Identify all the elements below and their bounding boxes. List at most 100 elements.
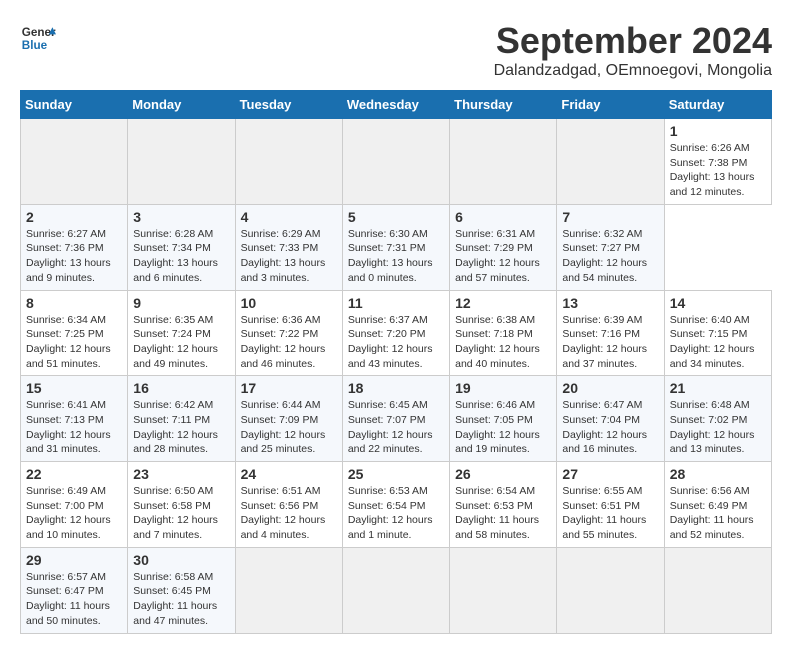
weekday-header-thursday: Thursday <box>450 91 557 119</box>
calendar-cell: 6 Sunrise: 6:31 AMSunset: 7:29 PMDayligh… <box>450 204 557 290</box>
day-number: 7 <box>562 209 658 225</box>
day-detail: Sunrise: 6:44 AMSunset: 7:09 PMDaylight:… <box>241 399 326 455</box>
calendar-cell: 30 Sunrise: 6:58 AMSunset: 6:45 PMDaylig… <box>128 547 235 633</box>
day-number: 6 <box>455 209 551 225</box>
calendar-cell: 1 Sunrise: 6:26 AMSunset: 7:38 PMDayligh… <box>664 119 771 205</box>
logo: General Blue <box>20 20 56 56</box>
day-number: 17 <box>241 380 337 396</box>
calendar-cell-empty <box>450 119 557 205</box>
calendar-cell-empty <box>235 547 342 633</box>
day-detail: Sunrise: 6:26 AMSunset: 7:38 PMDaylight:… <box>670 142 755 198</box>
day-number: 23 <box>133 466 229 482</box>
day-detail: Sunrise: 6:50 AMSunset: 6:58 PMDaylight:… <box>133 485 218 541</box>
day-detail: Sunrise: 6:31 AMSunset: 7:29 PMDaylight:… <box>455 228 540 284</box>
calendar-cell: 24 Sunrise: 6:51 AMSunset: 6:56 PMDaylig… <box>235 462 342 548</box>
day-detail: Sunrise: 6:39 AMSunset: 7:16 PMDaylight:… <box>562 314 647 370</box>
calendar-cell: 22 Sunrise: 6:49 AMSunset: 7:00 PMDaylig… <box>21 462 128 548</box>
day-number: 5 <box>348 209 444 225</box>
calendar-cell: 4 Sunrise: 6:29 AMSunset: 7:33 PMDayligh… <box>235 204 342 290</box>
calendar-cell-empty <box>128 119 235 205</box>
calendar-cell: 21 Sunrise: 6:48 AMSunset: 7:02 PMDaylig… <box>664 376 771 462</box>
calendar-cell: 15 Sunrise: 6:41 AMSunset: 7:13 PMDaylig… <box>21 376 128 462</box>
day-number: 8 <box>26 295 122 311</box>
calendar-cell: 3 Sunrise: 6:28 AMSunset: 7:34 PMDayligh… <box>128 204 235 290</box>
calendar-cell-empty <box>235 119 342 205</box>
day-detail: Sunrise: 6:47 AMSunset: 7:04 PMDaylight:… <box>562 399 647 455</box>
calendar-week-row: 2 Sunrise: 6:27 AMSunset: 7:36 PMDayligh… <box>21 204 772 290</box>
calendar-cell-empty <box>664 547 771 633</box>
day-detail: Sunrise: 6:35 AMSunset: 7:24 PMDaylight:… <box>133 314 218 370</box>
calendar-cell-empty <box>557 547 664 633</box>
day-detail: Sunrise: 6:56 AMSunset: 6:49 PMDaylight:… <box>670 485 754 541</box>
day-detail: Sunrise: 6:54 AMSunset: 6:53 PMDaylight:… <box>455 485 539 541</box>
day-number: 4 <box>241 209 337 225</box>
weekday-header-monday: Monday <box>128 91 235 119</box>
day-detail: Sunrise: 6:28 AMSunset: 7:34 PMDaylight:… <box>133 228 218 284</box>
calendar-cell: 19 Sunrise: 6:46 AMSunset: 7:05 PMDaylig… <box>450 376 557 462</box>
day-number: 14 <box>670 295 766 311</box>
day-detail: Sunrise: 6:29 AMSunset: 7:33 PMDaylight:… <box>241 228 326 284</box>
day-number: 18 <box>348 380 444 396</box>
day-detail: Sunrise: 6:36 AMSunset: 7:22 PMDaylight:… <box>241 314 326 370</box>
calendar-table: SundayMondayTuesdayWednesdayThursdayFrid… <box>20 90 772 634</box>
weekday-header-wednesday: Wednesday <box>342 91 449 119</box>
day-detail: Sunrise: 6:38 AMSunset: 7:18 PMDaylight:… <box>455 314 540 370</box>
day-detail: Sunrise: 6:53 AMSunset: 6:54 PMDaylight:… <box>348 485 433 541</box>
day-number: 11 <box>348 295 444 311</box>
calendar-cell-empty <box>342 547 449 633</box>
day-number: 29 <box>26 552 122 568</box>
day-detail: Sunrise: 6:55 AMSunset: 6:51 PMDaylight:… <box>562 485 646 541</box>
calendar-cell: 12 Sunrise: 6:38 AMSunset: 7:18 PMDaylig… <box>450 290 557 376</box>
day-number: 28 <box>670 466 766 482</box>
day-detail: Sunrise: 6:51 AMSunset: 6:56 PMDaylight:… <box>241 485 326 541</box>
day-detail: Sunrise: 6:37 AMSunset: 7:20 PMDaylight:… <box>348 314 433 370</box>
day-number: 3 <box>133 209 229 225</box>
calendar-week-row: 1 Sunrise: 6:26 AMSunset: 7:38 PMDayligh… <box>21 119 772 205</box>
calendar-cell-empty <box>342 119 449 205</box>
svg-text:Blue: Blue <box>22 39 48 52</box>
calendar-cell: 27 Sunrise: 6:55 AMSunset: 6:51 PMDaylig… <box>557 462 664 548</box>
calendar-week-row: 15 Sunrise: 6:41 AMSunset: 7:13 PMDaylig… <box>21 376 772 462</box>
day-number: 22 <box>26 466 122 482</box>
weekday-header-saturday: Saturday <box>664 91 771 119</box>
calendar-cell-empty <box>450 547 557 633</box>
calendar-week-row: 29 Sunrise: 6:57 AMSunset: 6:47 PMDaylig… <box>21 547 772 633</box>
day-detail: Sunrise: 6:45 AMSunset: 7:07 PMDaylight:… <box>348 399 433 455</box>
weekday-header-tuesday: Tuesday <box>235 91 342 119</box>
day-detail: Sunrise: 6:57 AMSunset: 6:47 PMDaylight:… <box>26 571 110 627</box>
day-detail: Sunrise: 6:42 AMSunset: 7:11 PMDaylight:… <box>133 399 218 455</box>
month-title: September 2024 <box>494 20 772 62</box>
day-number: 15 <box>26 380 122 396</box>
calendar-cell: 5 Sunrise: 6:30 AMSunset: 7:31 PMDayligh… <box>342 204 449 290</box>
calendar-cell: 9 Sunrise: 6:35 AMSunset: 7:24 PMDayligh… <box>128 290 235 376</box>
calendar-week-row: 22 Sunrise: 6:49 AMSunset: 7:00 PMDaylig… <box>21 462 772 548</box>
day-number: 9 <box>133 295 229 311</box>
calendar-cell: 17 Sunrise: 6:44 AMSunset: 7:09 PMDaylig… <box>235 376 342 462</box>
day-number: 19 <box>455 380 551 396</box>
day-number: 10 <box>241 295 337 311</box>
calendar-cell: 10 Sunrise: 6:36 AMSunset: 7:22 PMDaylig… <box>235 290 342 376</box>
title-block: September 2024 Dalandzadgad, OEmnoegovi,… <box>494 20 772 80</box>
calendar-cell: 16 Sunrise: 6:42 AMSunset: 7:11 PMDaylig… <box>128 376 235 462</box>
calendar-cell: 2 Sunrise: 6:27 AMSunset: 7:36 PMDayligh… <box>21 204 128 290</box>
day-number: 2 <box>26 209 122 225</box>
day-number: 26 <box>455 466 551 482</box>
calendar-cell: 7 Sunrise: 6:32 AMSunset: 7:27 PMDayligh… <box>557 204 664 290</box>
calendar-cell: 18 Sunrise: 6:45 AMSunset: 7:07 PMDaylig… <box>342 376 449 462</box>
calendar-cell: 14 Sunrise: 6:40 AMSunset: 7:15 PMDaylig… <box>664 290 771 376</box>
day-detail: Sunrise: 6:40 AMSunset: 7:15 PMDaylight:… <box>670 314 755 370</box>
day-detail: Sunrise: 6:41 AMSunset: 7:13 PMDaylight:… <box>26 399 111 455</box>
calendar-cell: 11 Sunrise: 6:37 AMSunset: 7:20 PMDaylig… <box>342 290 449 376</box>
calendar-cell: 23 Sunrise: 6:50 AMSunset: 6:58 PMDaylig… <box>128 462 235 548</box>
calendar-cell: 13 Sunrise: 6:39 AMSunset: 7:16 PMDaylig… <box>557 290 664 376</box>
calendar-cell-empty <box>21 119 128 205</box>
calendar-cell: 25 Sunrise: 6:53 AMSunset: 6:54 PMDaylig… <box>342 462 449 548</box>
weekday-header-friday: Friday <box>557 91 664 119</box>
calendar-cell: 26 Sunrise: 6:54 AMSunset: 6:53 PMDaylig… <box>450 462 557 548</box>
weekday-header-sunday: Sunday <box>21 91 128 119</box>
day-number: 20 <box>562 380 658 396</box>
day-number: 1 <box>670 123 766 139</box>
calendar-cell: 8 Sunrise: 6:34 AMSunset: 7:25 PMDayligh… <box>21 290 128 376</box>
location-title: Dalandzadgad, OEmnoegovi, Mongolia <box>494 62 772 80</box>
day-detail: Sunrise: 6:32 AMSunset: 7:27 PMDaylight:… <box>562 228 647 284</box>
